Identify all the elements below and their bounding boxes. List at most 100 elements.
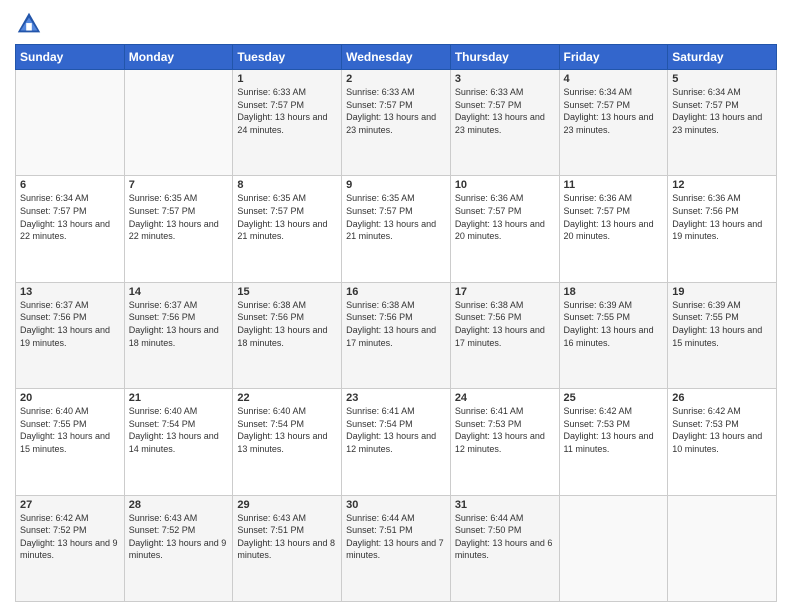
day-number: 27 bbox=[20, 499, 120, 511]
calendar-cell: 30Sunrise: 6:44 AM Sunset: 7:51 PM Dayli… bbox=[342, 495, 451, 601]
calendar-cell: 23Sunrise: 6:41 AM Sunset: 7:54 PM Dayli… bbox=[342, 389, 451, 495]
day-info: Sunrise: 6:38 AM Sunset: 7:56 PM Dayligh… bbox=[346, 299, 446, 349]
calendar-cell: 10Sunrise: 6:36 AM Sunset: 7:57 PM Dayli… bbox=[450, 176, 559, 282]
day-number: 29 bbox=[237, 499, 337, 511]
day-number: 1 bbox=[237, 73, 337, 85]
calendar-cell: 9Sunrise: 6:35 AM Sunset: 7:57 PM Daylig… bbox=[342, 176, 451, 282]
day-number: 24 bbox=[455, 392, 555, 404]
day-info: Sunrise: 6:44 AM Sunset: 7:50 PM Dayligh… bbox=[455, 512, 555, 562]
calendar-cell: 12Sunrise: 6:36 AM Sunset: 7:56 PM Dayli… bbox=[668, 176, 777, 282]
calendar-cell: 22Sunrise: 6:40 AM Sunset: 7:54 PM Dayli… bbox=[233, 389, 342, 495]
day-number: 13 bbox=[20, 286, 120, 298]
calendar-header: SundayMondayTuesdayWednesdayThursdayFrid… bbox=[16, 45, 777, 70]
day-number: 14 bbox=[129, 286, 229, 298]
day-info: Sunrise: 6:36 AM Sunset: 7:56 PM Dayligh… bbox=[672, 192, 772, 242]
day-number: 9 bbox=[346, 179, 446, 191]
calendar-table: SundayMondayTuesdayWednesdayThursdayFrid… bbox=[15, 44, 777, 602]
day-number: 25 bbox=[564, 392, 664, 404]
day-info: Sunrise: 6:39 AM Sunset: 7:55 PM Dayligh… bbox=[564, 299, 664, 349]
page: SundayMondayTuesdayWednesdayThursdayFrid… bbox=[0, 0, 792, 612]
week-row-2: 6Sunrise: 6:34 AM Sunset: 7:57 PM Daylig… bbox=[16, 176, 777, 282]
day-info: Sunrise: 6:43 AM Sunset: 7:51 PM Dayligh… bbox=[237, 512, 337, 562]
day-info: Sunrise: 6:33 AM Sunset: 7:57 PM Dayligh… bbox=[346, 86, 446, 136]
calendar-cell: 4Sunrise: 6:34 AM Sunset: 7:57 PM Daylig… bbox=[559, 70, 668, 176]
day-header-friday: Friday bbox=[559, 45, 668, 70]
calendar-cell: 19Sunrise: 6:39 AM Sunset: 7:55 PM Dayli… bbox=[668, 282, 777, 388]
week-row-5: 27Sunrise: 6:42 AM Sunset: 7:52 PM Dayli… bbox=[16, 495, 777, 601]
calendar-cell bbox=[668, 495, 777, 601]
day-number: 12 bbox=[672, 179, 772, 191]
day-number: 26 bbox=[672, 392, 772, 404]
day-info: Sunrise: 6:35 AM Sunset: 7:57 PM Dayligh… bbox=[346, 192, 446, 242]
calendar-cell: 5Sunrise: 6:34 AM Sunset: 7:57 PM Daylig… bbox=[668, 70, 777, 176]
day-number: 2 bbox=[346, 73, 446, 85]
calendar-cell: 29Sunrise: 6:43 AM Sunset: 7:51 PM Dayli… bbox=[233, 495, 342, 601]
calendar-cell bbox=[559, 495, 668, 601]
day-info: Sunrise: 6:36 AM Sunset: 7:57 PM Dayligh… bbox=[564, 192, 664, 242]
day-info: Sunrise: 6:42 AM Sunset: 7:52 PM Dayligh… bbox=[20, 512, 120, 562]
day-number: 23 bbox=[346, 392, 446, 404]
day-number: 19 bbox=[672, 286, 772, 298]
calendar-cell: 21Sunrise: 6:40 AM Sunset: 7:54 PM Dayli… bbox=[124, 389, 233, 495]
day-number: 3 bbox=[455, 73, 555, 85]
day-number: 15 bbox=[237, 286, 337, 298]
day-header-tuesday: Tuesday bbox=[233, 45, 342, 70]
day-info: Sunrise: 6:39 AM Sunset: 7:55 PM Dayligh… bbox=[672, 299, 772, 349]
day-number: 16 bbox=[346, 286, 446, 298]
calendar-cell: 13Sunrise: 6:37 AM Sunset: 7:56 PM Dayli… bbox=[16, 282, 125, 388]
day-number: 5 bbox=[672, 73, 772, 85]
calendar-cell: 17Sunrise: 6:38 AM Sunset: 7:56 PM Dayli… bbox=[450, 282, 559, 388]
calendar-cell: 26Sunrise: 6:42 AM Sunset: 7:53 PM Dayli… bbox=[668, 389, 777, 495]
day-header-thursday: Thursday bbox=[450, 45, 559, 70]
day-info: Sunrise: 6:43 AM Sunset: 7:52 PM Dayligh… bbox=[129, 512, 229, 562]
day-info: Sunrise: 6:41 AM Sunset: 7:53 PM Dayligh… bbox=[455, 405, 555, 455]
logo bbox=[15, 10, 47, 38]
day-number: 17 bbox=[455, 286, 555, 298]
day-info: Sunrise: 6:44 AM Sunset: 7:51 PM Dayligh… bbox=[346, 512, 446, 562]
day-number: 20 bbox=[20, 392, 120, 404]
day-number: 21 bbox=[129, 392, 229, 404]
day-number: 10 bbox=[455, 179, 555, 191]
calendar-cell: 2Sunrise: 6:33 AM Sunset: 7:57 PM Daylig… bbox=[342, 70, 451, 176]
day-info: Sunrise: 6:35 AM Sunset: 7:57 PM Dayligh… bbox=[237, 192, 337, 242]
day-number: 4 bbox=[564, 73, 664, 85]
day-info: Sunrise: 6:38 AM Sunset: 7:56 PM Dayligh… bbox=[455, 299, 555, 349]
day-info: Sunrise: 6:34 AM Sunset: 7:57 PM Dayligh… bbox=[672, 86, 772, 136]
calendar-cell: 6Sunrise: 6:34 AM Sunset: 7:57 PM Daylig… bbox=[16, 176, 125, 282]
calendar-cell: 15Sunrise: 6:38 AM Sunset: 7:56 PM Dayli… bbox=[233, 282, 342, 388]
calendar-cell: 25Sunrise: 6:42 AM Sunset: 7:53 PM Dayli… bbox=[559, 389, 668, 495]
calendar-cell: 14Sunrise: 6:37 AM Sunset: 7:56 PM Dayli… bbox=[124, 282, 233, 388]
calendar-cell: 8Sunrise: 6:35 AM Sunset: 7:57 PM Daylig… bbox=[233, 176, 342, 282]
day-number: 11 bbox=[564, 179, 664, 191]
header-row: SundayMondayTuesdayWednesdayThursdayFrid… bbox=[16, 45, 777, 70]
day-info: Sunrise: 6:33 AM Sunset: 7:57 PM Dayligh… bbox=[455, 86, 555, 136]
day-info: Sunrise: 6:42 AM Sunset: 7:53 PM Dayligh… bbox=[672, 405, 772, 455]
week-row-4: 20Sunrise: 6:40 AM Sunset: 7:55 PM Dayli… bbox=[16, 389, 777, 495]
calendar-cell bbox=[16, 70, 125, 176]
header bbox=[15, 10, 777, 38]
calendar-cell bbox=[124, 70, 233, 176]
calendar-cell: 16Sunrise: 6:38 AM Sunset: 7:56 PM Dayli… bbox=[342, 282, 451, 388]
day-number: 30 bbox=[346, 499, 446, 511]
day-info: Sunrise: 6:42 AM Sunset: 7:53 PM Dayligh… bbox=[564, 405, 664, 455]
calendar-cell: 7Sunrise: 6:35 AM Sunset: 7:57 PM Daylig… bbox=[124, 176, 233, 282]
day-number: 7 bbox=[129, 179, 229, 191]
day-info: Sunrise: 6:40 AM Sunset: 7:54 PM Dayligh… bbox=[237, 405, 337, 455]
day-number: 28 bbox=[129, 499, 229, 511]
calendar-cell: 11Sunrise: 6:36 AM Sunset: 7:57 PM Dayli… bbox=[559, 176, 668, 282]
logo-icon bbox=[15, 10, 43, 38]
day-number: 6 bbox=[20, 179, 120, 191]
day-info: Sunrise: 6:40 AM Sunset: 7:55 PM Dayligh… bbox=[20, 405, 120, 455]
calendar-cell: 3Sunrise: 6:33 AM Sunset: 7:57 PM Daylig… bbox=[450, 70, 559, 176]
calendar-cell: 18Sunrise: 6:39 AM Sunset: 7:55 PM Dayli… bbox=[559, 282, 668, 388]
day-info: Sunrise: 6:40 AM Sunset: 7:54 PM Dayligh… bbox=[129, 405, 229, 455]
day-info: Sunrise: 6:34 AM Sunset: 7:57 PM Dayligh… bbox=[20, 192, 120, 242]
day-number: 18 bbox=[564, 286, 664, 298]
day-info: Sunrise: 6:34 AM Sunset: 7:57 PM Dayligh… bbox=[564, 86, 664, 136]
day-number: 22 bbox=[237, 392, 337, 404]
calendar-cell: 27Sunrise: 6:42 AM Sunset: 7:52 PM Dayli… bbox=[16, 495, 125, 601]
calendar-cell: 28Sunrise: 6:43 AM Sunset: 7:52 PM Dayli… bbox=[124, 495, 233, 601]
calendar-cell: 31Sunrise: 6:44 AM Sunset: 7:50 PM Dayli… bbox=[450, 495, 559, 601]
day-header-wednesday: Wednesday bbox=[342, 45, 451, 70]
day-number: 31 bbox=[455, 499, 555, 511]
